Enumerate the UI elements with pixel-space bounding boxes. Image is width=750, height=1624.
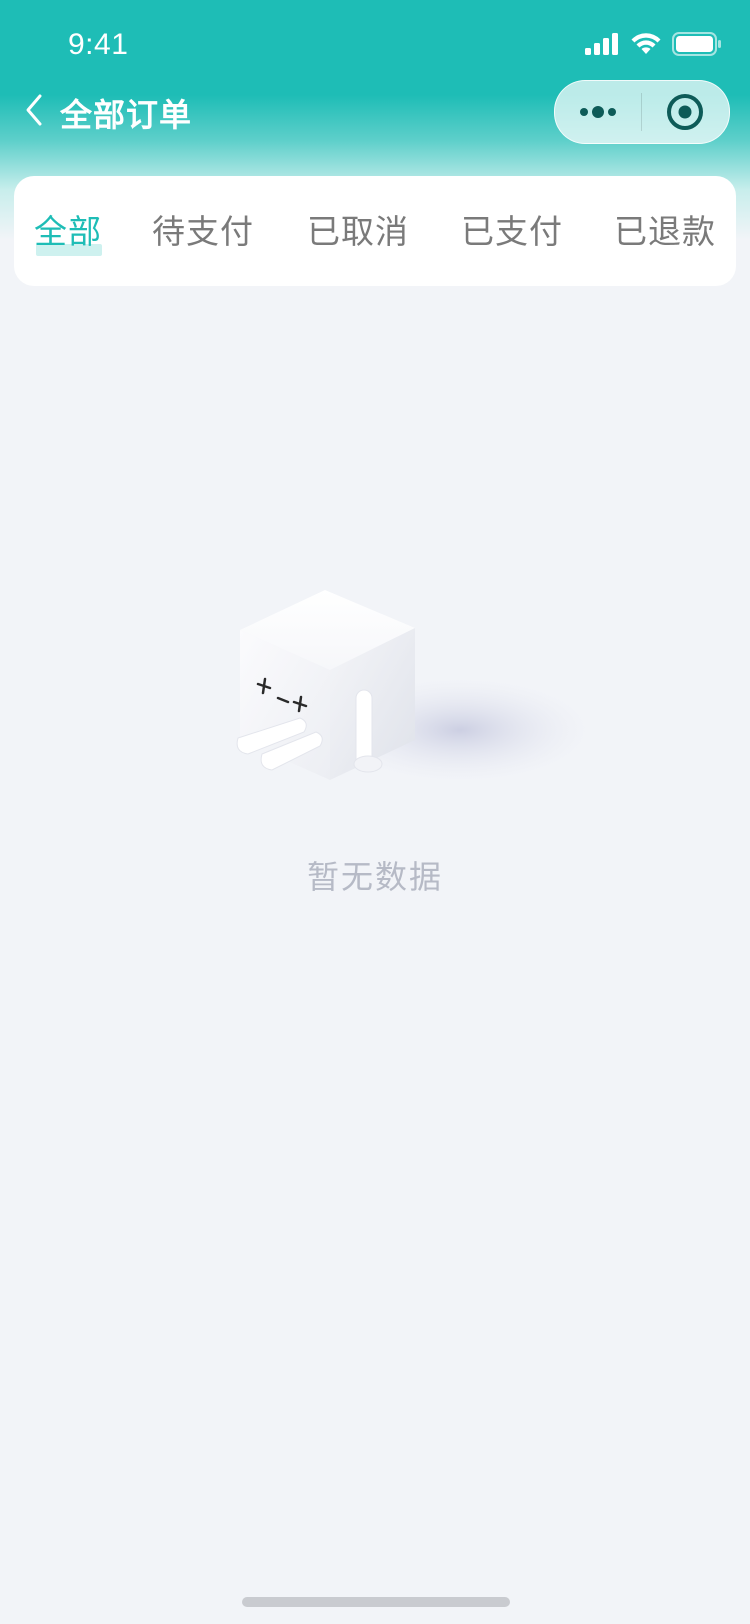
battery-icon xyxy=(672,32,721,56)
tab-label: 全部 xyxy=(34,212,102,251)
more-button[interactable] xyxy=(555,81,641,143)
target-circle-icon xyxy=(667,94,703,130)
tab-paid[interactable]: 已支付 xyxy=(461,210,563,254)
home-indicator xyxy=(242,1597,510,1607)
tab-pending-payment[interactable]: 待支付 xyxy=(152,210,254,254)
more-dots-icon xyxy=(580,106,616,118)
close-miniprogram-button[interactable] xyxy=(642,81,728,143)
wifi-icon xyxy=(631,33,661,54)
tab-refunded[interactable]: 已退款 xyxy=(614,210,716,254)
page-title: 全部订单 xyxy=(60,96,193,134)
miniprogram-capsule xyxy=(554,80,730,144)
empty-state-illustration xyxy=(230,590,600,810)
status-time: 9:41 xyxy=(68,28,129,61)
signal-icon xyxy=(585,33,618,55)
tab-all[interactable]: 全部 xyxy=(34,210,102,256)
tab-label: 已退款 xyxy=(614,212,716,251)
navigation-bar: 全部订单 xyxy=(0,80,750,144)
tab-cancelled[interactable]: 已取消 xyxy=(307,210,409,254)
chevron-left-icon[interactable] xyxy=(22,92,52,128)
tab-label: 待支付 xyxy=(152,212,254,251)
status-icons xyxy=(584,32,722,56)
status-bar: 9:41 xyxy=(0,0,750,90)
tab-label: 已取消 xyxy=(307,212,409,251)
order-status-tabs: 全部 待支付 已取消 已支付 已退款 xyxy=(14,176,736,286)
empty-state-message: 暂无数据 xyxy=(306,858,443,896)
tab-label: 已支付 xyxy=(461,212,563,251)
